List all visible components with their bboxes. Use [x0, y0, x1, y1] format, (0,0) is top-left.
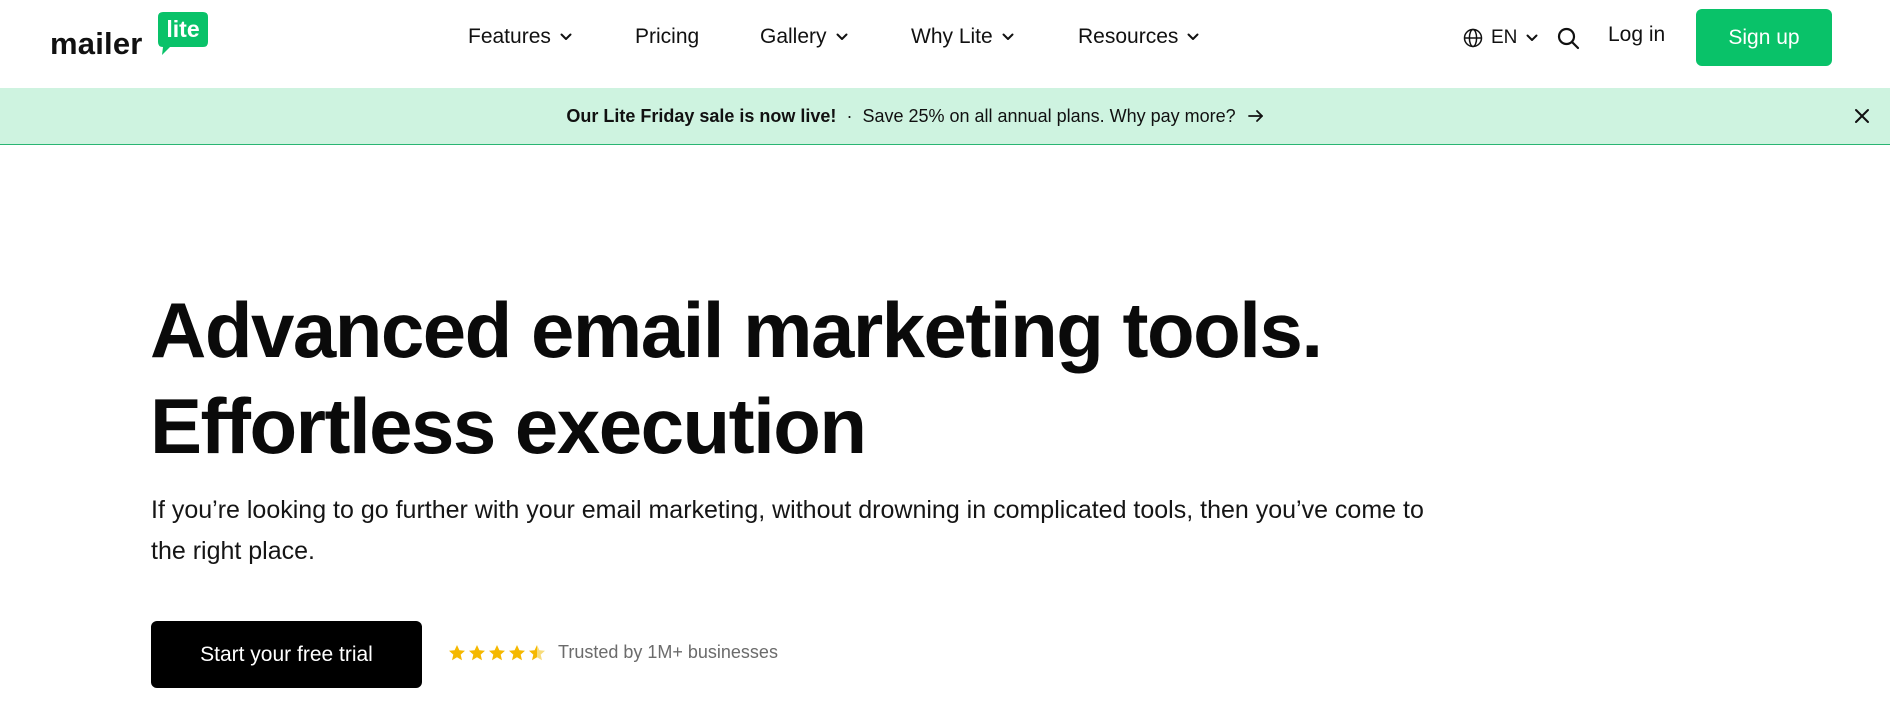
search-icon[interactable]: [1556, 26, 1580, 50]
star-icon: [489, 644, 505, 660]
nav-features[interactable]: Features: [468, 22, 572, 52]
nav-why-lite-label: Why Lite: [911, 25, 993, 48]
promo-separator: ·: [846, 105, 853, 126]
promo-banner: Our Lite Friday sale is now live! · Save…: [0, 88, 1890, 145]
nav-pricing-label: Pricing: [635, 25, 700, 48]
chevron-down-icon: [1187, 33, 1199, 40]
star-icon: [529, 644, 545, 660]
chevron-down-icon: [1526, 34, 1538, 41]
logo-badge-label: lite: [166, 16, 200, 42]
promo-message: Save 25% on all annual plans. Why pay mo…: [862, 105, 1236, 126]
nav-resources[interactable]: Resources: [1078, 22, 1199, 52]
mailerlite-logo[interactable]: mailer lite: [50, 12, 210, 61]
chevron-down-icon: [1002, 33, 1014, 40]
nav-gallery-label: Gallery: [760, 25, 827, 48]
logo-badge: lite: [158, 12, 208, 55]
star-rating: [448, 644, 548, 662]
language-label: EN: [1491, 27, 1518, 48]
logo-wordmark: mailer: [50, 26, 143, 61]
nav-resources-label: Resources: [1078, 25, 1179, 48]
globe-icon: [1463, 28, 1483, 48]
login-link[interactable]: Log in: [1608, 23, 1665, 47]
language-selector[interactable]: EN: [1463, 24, 1538, 52]
nav-gallery[interactable]: Gallery: [760, 22, 848, 52]
close-icon[interactable]: [1853, 107, 1871, 125]
signup-button[interactable]: Sign up: [1696, 9, 1832, 66]
hero-title-line-1: Advanced email marketing tools.: [150, 286, 1323, 374]
chevron-down-icon: [836, 33, 848, 40]
arrow-right-icon: [1247, 110, 1263, 122]
trust-text: Trusted by 1M+ businesses: [558, 642, 778, 662]
hero-title-line-2: Effortless execution: [150, 382, 867, 470]
site-header: mailer lite Features Pricing Gallery Why…: [0, 0, 1890, 89]
nav-pricing[interactable]: Pricing: [635, 22, 699, 52]
start-free-trial-button[interactable]: Start your free trial: [151, 621, 422, 688]
star-icon: [449, 644, 465, 660]
nav-why-lite[interactable]: Why Lite: [911, 22, 1014, 52]
star-icon: [509, 644, 525, 660]
hero-title: Advanced email marketing tools. Effortle…: [150, 282, 1323, 474]
nav-features-label: Features: [468, 25, 551, 48]
promo-banner-link[interactable]: Our Lite Friday sale is now live! · Save…: [566, 106, 1263, 127]
trust-rating: Trusted by 1M+ businesses: [448, 642, 778, 663]
hero-subtitle: If you’re looking to go further with you…: [151, 496, 1424, 565]
promo-headline: Our Lite Friday sale is now live!: [566, 105, 837, 126]
chevron-down-icon: [560, 33, 572, 40]
star-icon: [469, 644, 485, 660]
